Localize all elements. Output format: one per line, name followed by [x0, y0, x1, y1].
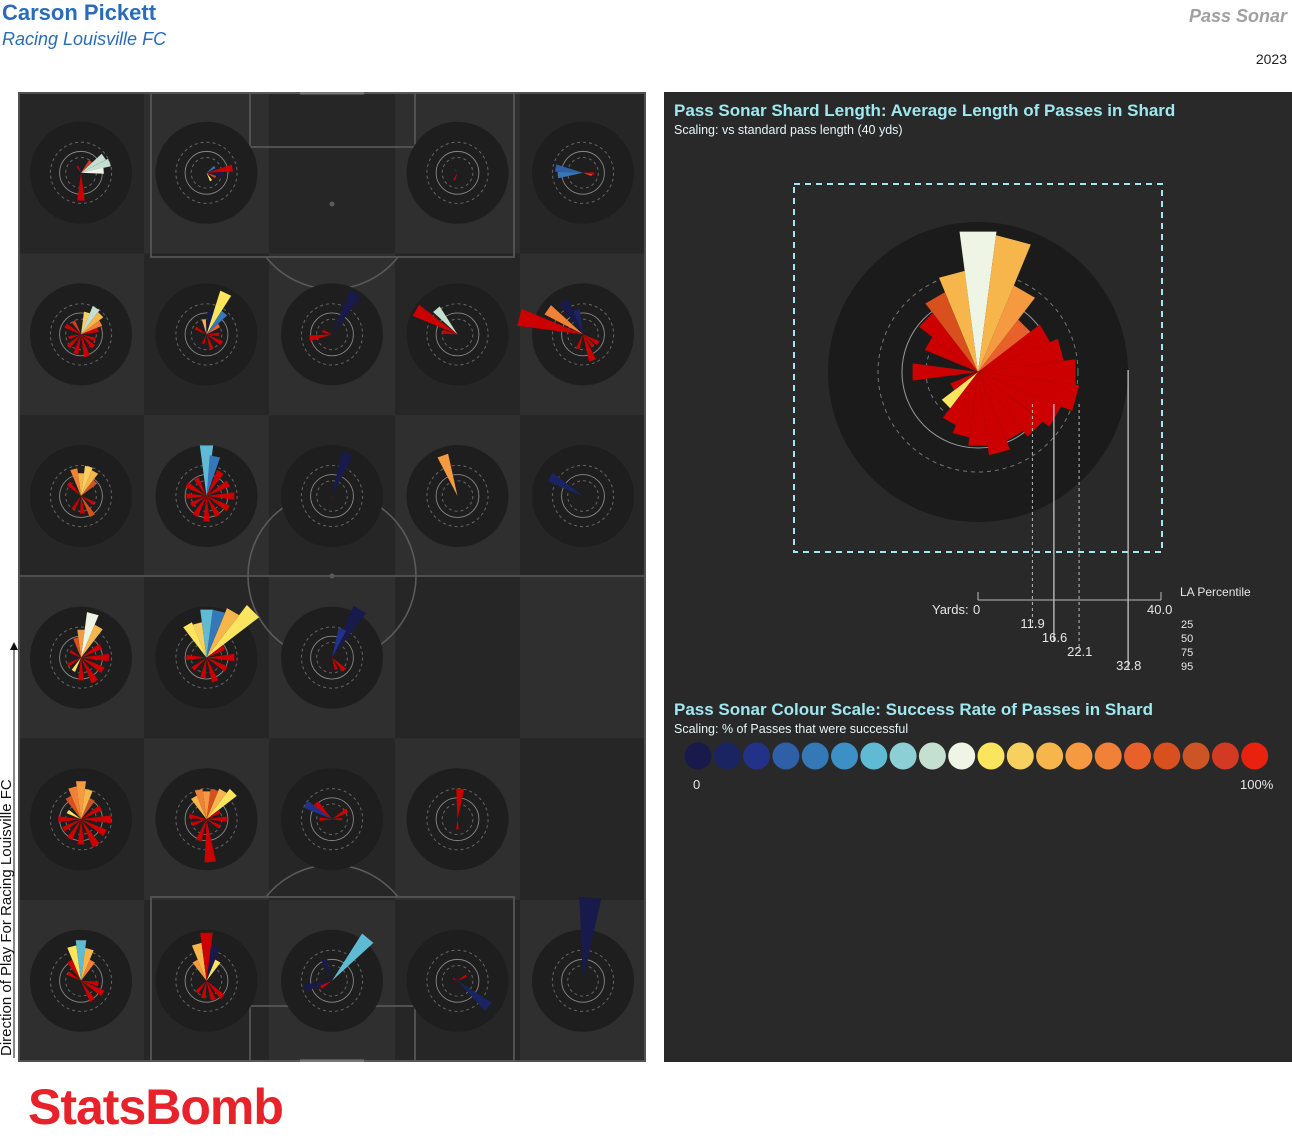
percentile-yards-value: 11.9 [1020, 616, 1044, 631]
colour-scale-dot [801, 742, 829, 770]
top-penalty-spot [329, 201, 335, 207]
direction-label: Direction of Play For Racing Louisville … [0, 779, 15, 1056]
sonar-base [406, 929, 509, 1032]
sonar-zone [406, 283, 509, 386]
colour-scale-dot [1094, 742, 1122, 770]
colour-scale-dot [1065, 742, 1093, 770]
colour-scale-dot [977, 742, 1005, 770]
colour-scale-dot [1241, 742, 1269, 770]
colour-legend-subtitle: Scaling: % of Passes that were successfu… [674, 722, 908, 736]
length-legend-subtitle: Scaling: vs standard pass length (40 yds… [674, 123, 903, 137]
sonar-zone [281, 605, 383, 709]
sonar-zone [532, 121, 634, 224]
percentile-yards-value: 16.6 [1042, 630, 1067, 645]
percentile-yards-value: 22.1 [1067, 644, 1092, 659]
colour-max: 100% [1240, 777, 1274, 792]
percentile-rank: 25 [1181, 619, 1193, 631]
yards-label: Yards: [932, 602, 969, 617]
percentile-rank: 95 [1181, 661, 1193, 673]
sonar-zone [406, 445, 509, 547]
sonar-zone [281, 768, 383, 871]
colour-scale-dot [684, 742, 712, 770]
logo-text: StatsBomb [28, 1079, 283, 1135]
yards-max: 40.0 [1147, 602, 1172, 617]
colour-scale-dot [1153, 742, 1181, 770]
sonar-zone [155, 121, 258, 224]
colour-legend-title: Pass Sonar Colour Scale: Success Rate of… [674, 700, 1153, 719]
sonar-zone [30, 606, 132, 709]
colour-scale-dot [772, 742, 800, 770]
colour-scale-dot [918, 742, 946, 770]
statsbomb-logo: StatsBomb [28, 1079, 284, 1135]
pitch [18, 92, 646, 1062]
pitch-zone [520, 738, 646, 900]
colour-scale-dot [1036, 742, 1064, 770]
sonar-zone [30, 768, 132, 871]
player-name: Carson Pickett [2, 0, 157, 25]
colour-scale-dot [831, 742, 858, 770]
colour-scale-dot [860, 742, 888, 770]
sonar-zone [406, 121, 509, 224]
colour-min: 0 [693, 777, 700, 792]
season-label: 2023 [1255, 51, 1287, 67]
team-name: Racing Louisville FC [2, 29, 167, 49]
colour-scale-dot [1006, 742, 1034, 770]
yards-min: 0 [973, 602, 980, 617]
legend-sonar [828, 222, 1128, 522]
pitch-zone [395, 576, 520, 739]
sonar-zone [30, 121, 132, 224]
percentile-rank: 50 [1181, 633, 1193, 645]
sonar-zone [155, 929, 258, 1032]
colour-scale-dot [1211, 742, 1239, 770]
colour-scale-dot [1124, 742, 1151, 770]
pitch-zone [269, 92, 395, 254]
sonar-zone [406, 929, 509, 1032]
sonar-zone [155, 283, 258, 386]
centre-spot [329, 573, 335, 579]
sonar-zone [155, 768, 258, 871]
percentile-rank: 75 [1181, 647, 1193, 659]
la-percentile-label: LA Percentile [1180, 585, 1251, 599]
sonar-zone [281, 283, 383, 386]
percentile-yards-value: 32.8 [1116, 658, 1141, 673]
sonar-zone [155, 445, 258, 547]
sonar-zone [406, 768, 509, 871]
sonar-zone [30, 929, 132, 1032]
colour-scale-dot [948, 742, 976, 770]
sonar-zone [281, 929, 383, 1032]
sonar-zone [30, 283, 132, 386]
sonar-zone [30, 445, 132, 547]
sonar-zone [532, 445, 634, 547]
legend-panel: Pass Sonar Shard Length: Average Length … [664, 92, 1292, 1062]
pitch-zone [520, 576, 646, 739]
colour-scale-dot [743, 742, 771, 770]
chart-title: Pass Sonar [1188, 6, 1287, 26]
colour-scale-dot [889, 742, 917, 770]
colour-scale-dot [713, 742, 741, 770]
length-legend-title: Pass Sonar Shard Length: Average Length … [674, 101, 1175, 120]
sonar-zone [281, 445, 383, 547]
colour-scale-dot [1182, 742, 1210, 770]
